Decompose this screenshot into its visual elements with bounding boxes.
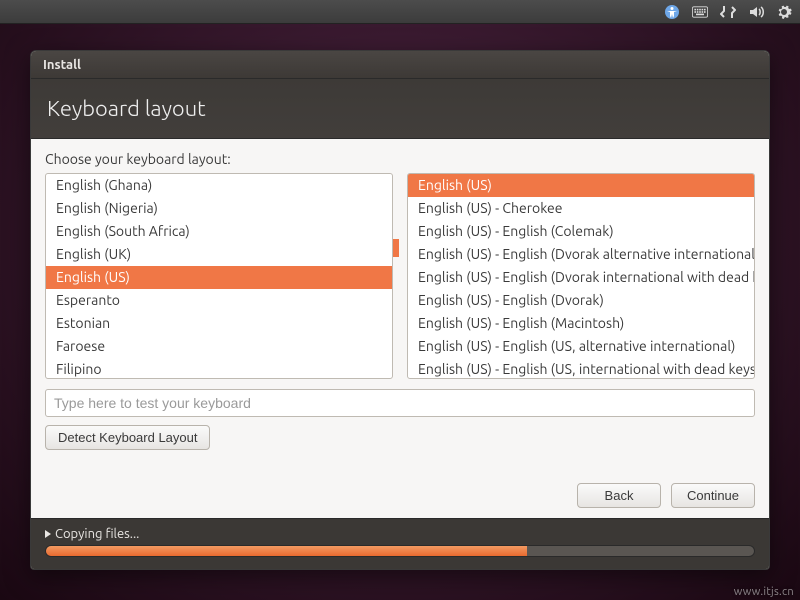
selection-hint <box>393 239 399 257</box>
continue-button[interactable]: Continue <box>671 483 755 508</box>
gear-icon[interactable] <box>776 4 792 20</box>
installer-window: Install Keyboard layout Choose your keyb… <box>30 50 770 570</box>
back-button[interactable]: Back <box>577 483 661 508</box>
language-item-6[interactable]: Estonian <box>46 312 392 335</box>
language-item-4[interactable]: English (US) <box>46 266 392 289</box>
variant-item-8[interactable]: English (US) - English (US, internationa… <box>408 358 754 378</box>
prompt-label: Choose your keyboard layout: <box>45 151 755 167</box>
window-title: Install <box>43 58 81 72</box>
variant-item-3[interactable]: English (US) - English (Dvorak alternati… <box>408 243 754 266</box>
accessibility-icon[interactable] <box>664 4 680 20</box>
variant-item-5[interactable]: English (US) - English (Dvorak) <box>408 289 754 312</box>
language-item-3[interactable]: English (UK) <box>46 243 392 266</box>
page-title: Keyboard layout <box>47 96 206 121</box>
language-item-5[interactable]: Esperanto <box>46 289 392 312</box>
detect-layout-button[interactable]: Detect Keyboard Layout <box>45 425 210 450</box>
network-icon[interactable] <box>720 4 736 20</box>
language-listbox[interactable]: English (Ghana)English (Nigeria)English … <box>45 173 393 379</box>
top-menubar <box>0 0 800 24</box>
language-item-2[interactable]: English (South Africa) <box>46 220 392 243</box>
nav-buttons: Back Continue <box>45 471 755 508</box>
window-header: Keyboard layout <box>31 79 769 139</box>
variant-item-1[interactable]: English (US) - Cherokee <box>408 197 754 220</box>
variant-item-2[interactable]: English (US) - English (Colemak) <box>408 220 754 243</box>
progress-area: Copying files... <box>31 518 769 569</box>
window-titlebar: Install <box>31 51 769 79</box>
variant-listbox[interactable]: English (US)English (US) - CherokeeEngli… <box>407 173 755 379</box>
keyboard-indicator-icon[interactable] <box>692 4 708 20</box>
variant-item-4[interactable]: English (US) - English (Dvorak internati… <box>408 266 754 289</box>
watermark: www.itjs.cn <box>734 586 794 598</box>
progress-bar <box>45 545 755 557</box>
volume-icon[interactable] <box>748 4 764 20</box>
disclosure-triangle-icon <box>45 530 51 538</box>
variant-item-7[interactable]: English (US) - English (US, alternative … <box>408 335 754 358</box>
content-area: Choose your keyboard layout: English (Gh… <box>31 139 769 518</box>
language-item-1[interactable]: English (Nigeria) <box>46 197 392 220</box>
progress-label-row[interactable]: Copying files... <box>45 527 755 541</box>
progress-label: Copying files... <box>55 527 139 541</box>
variant-item-0[interactable]: English (US) <box>408 174 754 197</box>
keyboard-test-input[interactable] <box>45 389 755 417</box>
language-item-7[interactable]: Faroese <box>46 335 392 358</box>
layout-lists: English (Ghana)English (Nigeria)English … <box>45 173 755 379</box>
language-item-0[interactable]: English (Ghana) <box>46 174 392 197</box>
language-item-8[interactable]: Filipino <box>46 358 392 378</box>
progress-fill <box>46 546 527 556</box>
variant-item-6[interactable]: English (US) - English (Macintosh) <box>408 312 754 335</box>
